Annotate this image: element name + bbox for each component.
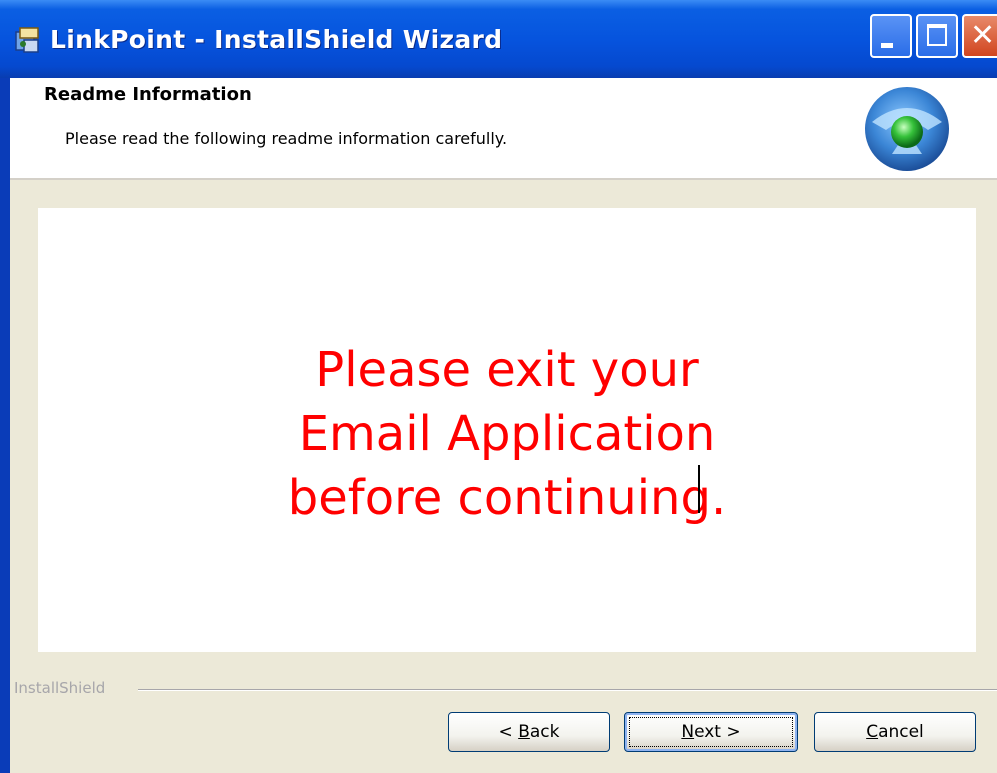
cancel-button-label: ancel bbox=[878, 722, 924, 742]
back-button[interactable]: < Back bbox=[448, 712, 610, 752]
back-button-prefix: < bbox=[498, 722, 519, 742]
readme-content: Please exit your Email Application befor… bbox=[38, 338, 976, 530]
cancel-button-mnemonic: C bbox=[866, 722, 879, 742]
window-title: LinkPoint - InstallShield Wizard bbox=[50, 25, 503, 54]
readme-line: Email Application bbox=[298, 406, 716, 462]
page-title: Readme Information bbox=[44, 84, 252, 105]
window-frame-left bbox=[0, 78, 10, 773]
next-button[interactable]: Next > bbox=[624, 712, 798, 752]
installshield-brand-label: InstallShield bbox=[14, 679, 110, 697]
wizard-header: Readme Information Please read the follo… bbox=[10, 78, 997, 178]
page-subtitle: Please read the following readme informa… bbox=[65, 129, 508, 148]
close-icon: ✕ bbox=[970, 18, 996, 53]
maximize-icon bbox=[927, 24, 947, 46]
close-button[interactable]: ✕ bbox=[962, 14, 997, 58]
text-caret bbox=[698, 465, 700, 513]
footer-divider bbox=[138, 689, 997, 691]
maximize-button[interactable] bbox=[916, 14, 958, 58]
minimize-button[interactable] bbox=[870, 14, 912, 58]
focus-ring bbox=[629, 717, 793, 747]
installer-icon bbox=[15, 27, 39, 53]
readme-line: before continuing. bbox=[287, 470, 727, 526]
back-button-label: ack bbox=[529, 722, 560, 742]
back-button-mnemonic: B bbox=[518, 722, 530, 742]
readme-line: Please exit your bbox=[315, 342, 699, 398]
minimize-icon bbox=[881, 43, 893, 48]
readme-text-area[interactable]: Please exit your Email Application befor… bbox=[38, 208, 976, 652]
title-bar[interactable]: LinkPoint - InstallShield Wizard ✕ bbox=[0, 0, 997, 78]
cancel-button[interactable]: Cancel bbox=[814, 712, 976, 752]
installshield-logo-icon bbox=[865, 87, 949, 171]
